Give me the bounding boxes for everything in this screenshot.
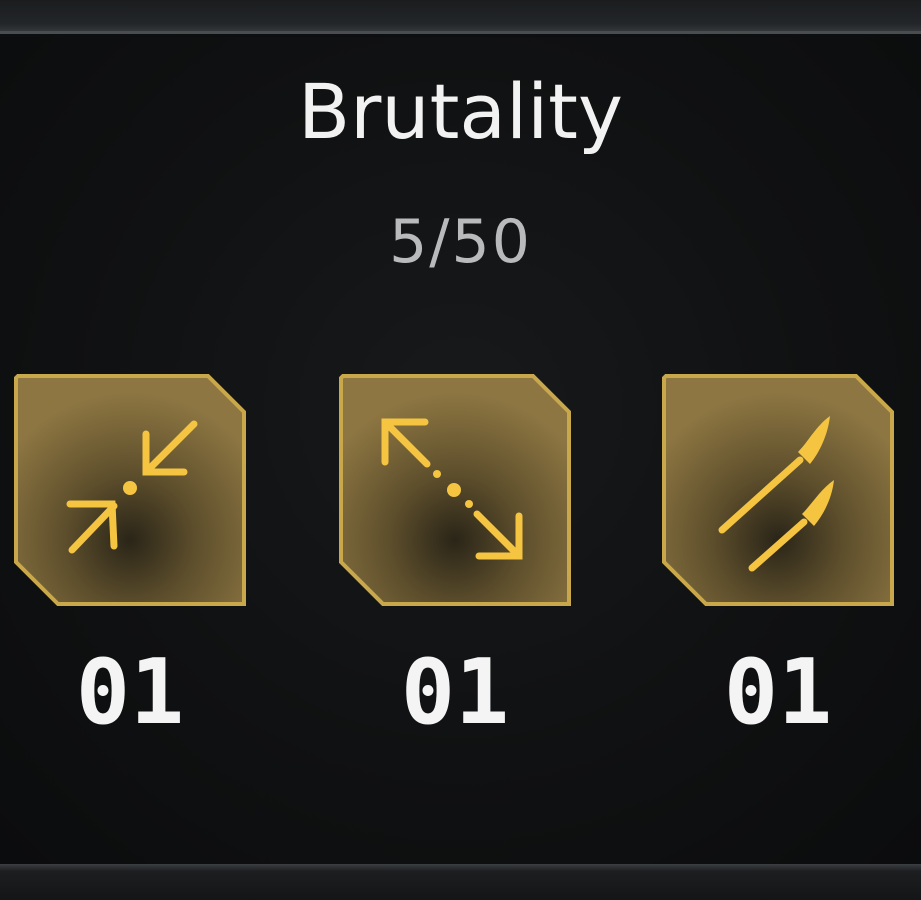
collapse-arrows-icon <box>66 420 198 554</box>
bullets-icon <box>718 416 834 572</box>
bottom-bar <box>0 864 921 900</box>
challenge-progress: 5/50 <box>389 207 532 277</box>
reward-count-3: 01 <box>723 640 833 745</box>
reward-tile-1[interactable] <box>12 372 248 608</box>
reward-count-1: 01 <box>75 640 185 745</box>
top-bar <box>0 0 921 34</box>
reward-tile-3[interactable] <box>660 372 896 608</box>
challenge-title: Brutality <box>298 67 623 156</box>
reward-count-2: 01 <box>400 640 510 745</box>
game-screen: Brutality 5/50 01 01 01 <box>0 0 921 900</box>
reward-tile-2[interactable] <box>337 372 573 608</box>
expand-arrows-icon <box>381 418 523 560</box>
